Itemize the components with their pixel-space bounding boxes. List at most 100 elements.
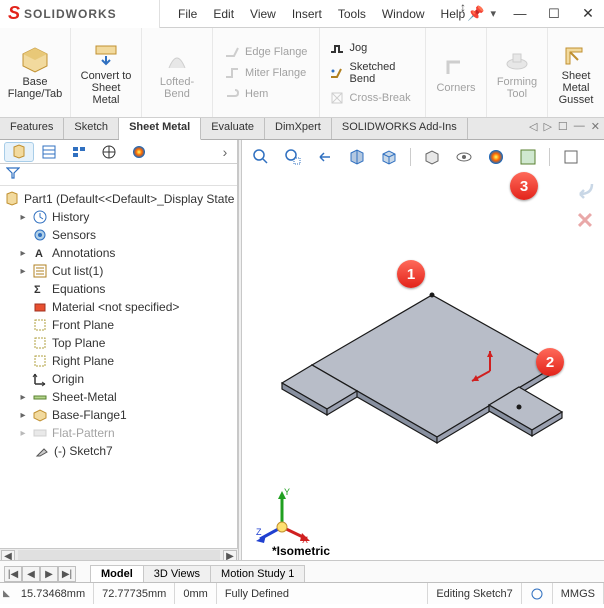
confirm-corner-cancel-icon[interactable]: ✕ [572, 208, 598, 234]
tree-top-plane[interactable]: Top Plane [0, 334, 237, 352]
view-settings-icon[interactable] [560, 146, 582, 168]
view-name-label: *Isometric [272, 544, 330, 558]
tree-annotations-label: Annotations [52, 246, 115, 260]
pin-icon[interactable]: 📌 [467, 5, 484, 22]
cross-break-label: Cross-Break [350, 92, 411, 104]
status-chev-icon: ◣ [0, 588, 13, 599]
tree-origin[interactable]: Origin [0, 370, 237, 388]
sketched-bend-button[interactable]: Sketched Bend [326, 60, 420, 86]
menu-view[interactable]: View [250, 7, 276, 21]
tab-dimxpert[interactable]: DimXpert [265, 118, 332, 139]
tree-sketch7[interactable]: (-) Sketch7 [0, 442, 237, 460]
tree-right-plane[interactable]: Right Plane [0, 352, 237, 370]
edit-appearance-icon[interactable] [485, 146, 507, 168]
jog-button[interactable]: Jog [326, 39, 420, 57]
status-mode: Editing Sketch7 [428, 583, 521, 604]
bottom-tab-model[interactable]: Model [90, 565, 144, 582]
pin-dropdown-icon[interactable]: ▾ [490, 7, 496, 20]
feature-manager-panel: › Part1 (Default<<Default>_Display State… [0, 140, 238, 560]
forming-tool-button: Forming Tool [493, 46, 541, 100]
menu-window[interactable]: Window [382, 7, 425, 21]
tab-features[interactable]: Features [0, 118, 64, 139]
btab-first-icon[interactable]: |◀ [4, 566, 22, 582]
miter-flange-label: Miter Flange [245, 67, 306, 79]
filter-row[interactable] [0, 164, 237, 186]
btab-next-icon[interactable]: ▶ [40, 566, 58, 582]
tab-close-icon[interactable]: ✕ [591, 120, 600, 133]
lofted-bend-button: Lofted-Bend [148, 46, 206, 100]
triad-icon[interactable]: Y X Z [252, 485, 312, 548]
btab-last-icon[interactable]: ▶| [58, 566, 76, 582]
tab-addins[interactable]: SOLIDWORKS Add-Ins [332, 118, 468, 139]
confirm-corner-undo-icon[interactable] [572, 176, 598, 202]
tab-min-icon[interactable]: — [574, 120, 585, 133]
maximize-button[interactable]: ☐ [538, 2, 570, 26]
model-geometry[interactable] [272, 255, 572, 485]
tab-nav-prev-icon[interactable]: ◁ [529, 120, 537, 133]
tab-evaluate[interactable]: Evaluate [201, 118, 265, 139]
logo-text: SOLIDWORKS [24, 7, 117, 21]
tree-baseflange[interactable]: ▸Base-Flange1 [0, 406, 237, 424]
apply-scene-icon[interactable] [517, 146, 539, 168]
tree-flatpattern[interactable]: ▸Flat-Pattern [0, 424, 237, 442]
convert-sheet-metal-button[interactable]: Convert to Sheet Metal [77, 40, 135, 106]
tree-part[interactable]: Part1 (Default<<Default>_Display State [0, 190, 237, 208]
hide-show-icon[interactable] [453, 146, 475, 168]
tree-sheetmetal-label: Sheet-Metal [52, 390, 117, 404]
tab-options-icon[interactable]: ☐ [558, 120, 568, 133]
minimize-button[interactable]: — [504, 2, 536, 26]
dimxpert-tab-icon[interactable] [94, 142, 124, 162]
tab-sketch[interactable]: Sketch [64, 118, 119, 139]
corners-label: Corners [436, 82, 475, 94]
property-manager-tab-icon[interactable] [34, 142, 64, 162]
menu-edit[interactable]: Edit [213, 7, 234, 21]
btab-prev-icon[interactable]: ◀ [22, 566, 40, 582]
tree-sensors[interactable]: Sensors [0, 226, 237, 244]
panel-expand-icon[interactable]: › [217, 144, 233, 160]
status-custom-icon[interactable] [522, 583, 553, 604]
tree-front-plane[interactable]: Front Plane [0, 316, 237, 334]
graphics-viewport[interactable]: ✕ 3 [242, 140, 604, 560]
tree-annotations[interactable]: ▸AAnnotations [0, 244, 237, 262]
sheet-metal-gusset-button[interactable]: Sheet Metal Gusset [554, 40, 598, 106]
tree-baseflange-label: Base-Flange1 [52, 408, 127, 422]
display-style-icon[interactable] [421, 146, 443, 168]
status-bar: ◣ 15.73468mm 72.77735mm 0mm Fully Define… [0, 582, 604, 604]
previous-view-icon[interactable] [314, 146, 336, 168]
title-bar: S SOLIDWORKS File Edit View Insert Tools… [0, 0, 604, 28]
tree-material[interactable]: Material <not specified> [0, 298, 237, 316]
menu-insert[interactable]: Insert [292, 7, 322, 21]
sketched-bend-label: Sketched Bend [350, 61, 417, 85]
hem-label: Hem [245, 88, 268, 100]
bottom-tab-3dviews[interactable]: 3D Views [143, 565, 211, 582]
tab-sheet-metal[interactable]: Sheet Metal [119, 118, 201, 140]
status-units[interactable]: MMGS [553, 583, 604, 604]
tree-cutlist[interactable]: ▸Cut list(1) [0, 262, 237, 280]
configuration-tab-icon[interactable] [64, 142, 94, 162]
zoom-area-icon[interactable] [282, 146, 304, 168]
section-view-icon[interactable] [346, 146, 368, 168]
bottom-tabs: |◀ ◀ ▶ ▶| Model 3D Views Motion Study 1 [0, 560, 604, 582]
bottom-tab-motion[interactable]: Motion Study 1 [210, 565, 305, 582]
app-logo: S SOLIDWORKS [0, 0, 160, 28]
callout-1: 1 [397, 260, 425, 288]
feature-tree-tab-icon[interactable] [4, 142, 34, 162]
tree-top-label: Top Plane [52, 336, 105, 350]
tab-nav-next-icon[interactable]: ▷ [543, 120, 551, 133]
tree-equations[interactable]: ΣEquations [0, 280, 237, 298]
tree-history[interactable]: ▸History [0, 208, 237, 226]
tree-sheetmetal[interactable]: ▸Sheet-Metal [0, 388, 237, 406]
display-tab-icon[interactable] [124, 142, 154, 162]
base-flange-button[interactable]: Base Flange/Tab [6, 46, 64, 100]
view-orientation-icon[interactable] [378, 146, 400, 168]
view-toolbar [250, 146, 582, 168]
convert-label: Convert to Sheet Metal [77, 70, 135, 106]
command-tabs: Features Sketch Sheet Metal Evaluate Dim… [0, 118, 604, 140]
jog-label: Jog [350, 42, 368, 54]
menu-file[interactable]: File [178, 7, 197, 21]
zoom-fit-icon[interactable] [250, 146, 272, 168]
close-button[interactable]: ✕ [572, 2, 604, 26]
edge-flange-button: Edge Flange [221, 43, 310, 61]
menu-tools[interactable]: Tools [338, 7, 366, 21]
ribbon: Base Flange/Tab Convert to Sheet Metal L… [0, 28, 604, 118]
